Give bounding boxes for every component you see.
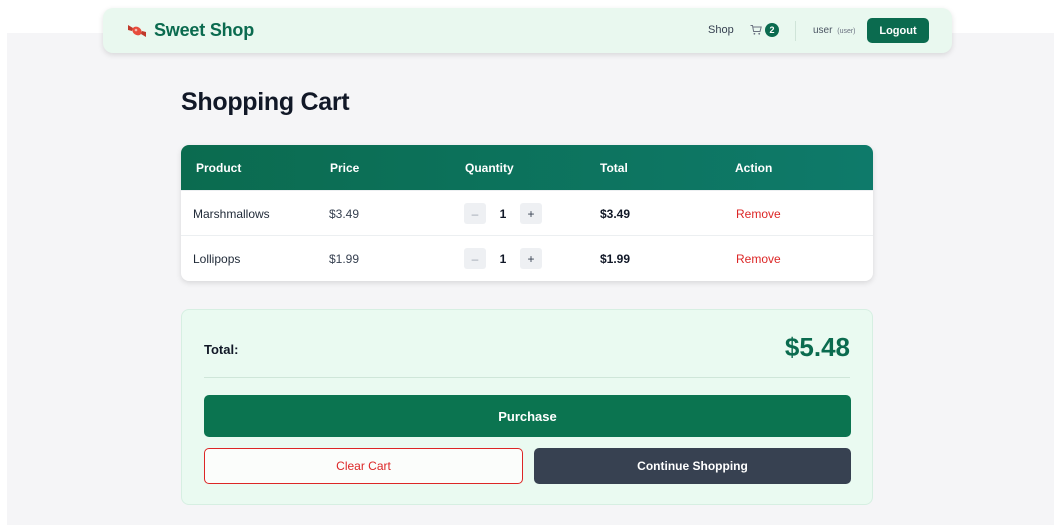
quantity-stepper: – 1 + — [464, 203, 542, 224]
user-info: user (user) — [813, 25, 856, 36]
cart-link[interactable]: 2 — [750, 23, 779, 37]
logout-button[interactable]: Logout — [867, 18, 929, 43]
column-header-product: Product — [196, 161, 242, 175]
line-total: $3.49 — [600, 207, 631, 221]
quantity-stepper: – 1 + — [464, 248, 542, 269]
column-header-price: Price — [330, 161, 360, 175]
brand-name: Sweet Shop — [154, 20, 255, 40]
column-header-action: Action — [735, 161, 773, 175]
nav-divider — [795, 21, 796, 41]
product-name: Lollipops — [193, 252, 241, 266]
decrease-quantity-button[interactable]: – — [464, 248, 486, 269]
cart-icon — [750, 25, 762, 35]
column-header-quantity: Quantity — [465, 161, 514, 175]
user-role: (user) — [837, 28, 856, 35]
table-header: Product Price Quantity Total Action — [181, 145, 873, 190]
user-name: user — [813, 25, 833, 36]
remove-item-button[interactable]: Remove — [736, 252, 781, 266]
summary-divider — [204, 377, 850, 378]
clear-cart-button[interactable]: Clear Cart — [204, 448, 523, 484]
quantity-value: 1 — [499, 206, 507, 221]
order-summary: Total: $5.48 Purchase Clear Cart Continu… — [181, 309, 873, 505]
brand[interactable]: Sweet Shop — [127, 20, 254, 41]
increase-quantity-button[interactable]: + — [520, 203, 542, 224]
product-name: Marshmallows — [193, 207, 270, 221]
top-navbar: Sweet Shop Shop 2 user (user) Logout — [103, 8, 952, 53]
table-row: Marshmallows $3.49 – 1 + $3.49 Remove — [181, 190, 873, 235]
column-header-total: Total — [600, 161, 628, 175]
candy-icon — [128, 24, 146, 37]
nav-link-shop[interactable]: Shop — [708, 24, 734, 36]
decrease-quantity-button[interactable]: – — [464, 203, 486, 224]
purchase-button[interactable]: Purchase — [204, 395, 851, 437]
line-total: $1.99 — [600, 252, 631, 266]
continue-shopping-button[interactable]: Continue Shopping — [534, 448, 851, 484]
total-amount: $5.48 — [784, 332, 850, 362]
quantity-value: 1 — [499, 251, 507, 266]
table-row: Lollipops $1.99 – 1 + $1.99 Remove — [181, 235, 873, 280]
remove-item-button[interactable]: Remove — [736, 207, 781, 221]
increase-quantity-button[interactable]: + — [520, 248, 542, 269]
cart-count-badge: 2 — [765, 23, 779, 37]
cart-table: Product Price Quantity Total Action Mars… — [181, 145, 873, 281]
page-title: Shopping Cart — [181, 88, 350, 116]
total-label: Total: — [204, 342, 239, 357]
product-price: $3.49 — [329, 207, 360, 221]
product-price: $1.99 — [329, 252, 360, 266]
